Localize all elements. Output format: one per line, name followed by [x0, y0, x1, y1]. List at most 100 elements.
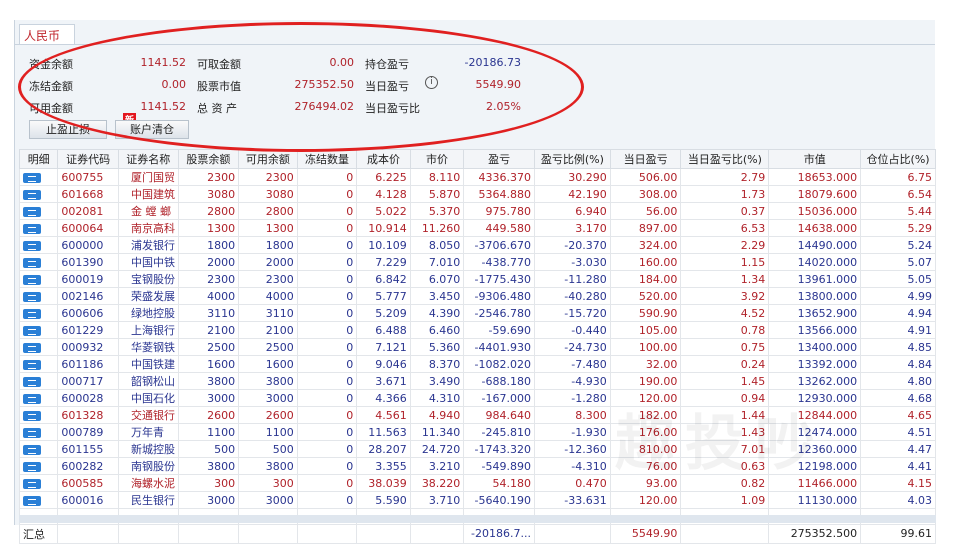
detail-cell[interactable]	[18, 321, 59, 339]
clear-account-button[interactable]: 账户清仓	[115, 120, 189, 139]
table-row[interactable]: 600755 厦门国贸 2300 2300 0 6.225 8.110 4336.370 30.…	[18, 168, 936, 186]
detail-icon[interactable]	[23, 461, 41, 472]
table-cell: -40.280	[534, 287, 611, 305]
table-row[interactable]: 000932 华菱钢铁 2500 2500 0 7.121 5.360 -4401.930 -2…	[18, 338, 936, 356]
detail-cell[interactable]	[18, 355, 59, 373]
detail-cell[interactable]	[18, 372, 59, 390]
table-cell: 500	[177, 440, 240, 458]
table-cell: 5.07	[860, 253, 936, 271]
detail-icon[interactable]	[23, 376, 41, 387]
table-row[interactable]: 600000 浦发银行 1800 1800 0 10.109 8.050 -3706.670-…	[18, 236, 936, 254]
column-header[interactable]: 股票余额	[177, 149, 240, 169]
table-cell: 中国石化	[117, 389, 179, 407]
detail-cell[interactable]	[18, 287, 59, 305]
table-cell: 002081	[57, 202, 119, 220]
detail-icon[interactable]	[23, 359, 41, 370]
table-row[interactable]: 601668 中国建筑 3080 3080 0 4.128 5.870 5364.880 42.…	[18, 185, 936, 203]
detail-cell[interactable]	[18, 185, 59, 203]
total-cell: 275352.500	[768, 523, 862, 544]
table-cell: 1600	[238, 355, 298, 373]
column-header[interactable]: 盈亏	[463, 149, 535, 169]
detail-cell[interactable]	[18, 406, 59, 424]
table-cell: -688.180	[463, 372, 535, 390]
table-cell: 4.47	[860, 440, 936, 458]
table-cell: 600016	[57, 491, 119, 509]
detail-icon[interactable]	[23, 427, 41, 438]
table-cell: -245.810	[463, 423, 535, 441]
column-header[interactable]: 冻结数量	[296, 149, 358, 169]
table-row[interactable]: 600606 绿地控股 3110 3110 0 5.209 4.390 -2546.780 -1…	[18, 304, 936, 322]
detail-cell[interactable]	[18, 202, 59, 220]
detail-cell[interactable]	[18, 236, 59, 254]
table-cell: 160.00	[609, 253, 682, 271]
detail-cell[interactable]	[18, 491, 59, 509]
table-cell: 18653.000	[768, 168, 862, 186]
detail-icon[interactable]	[23, 308, 41, 319]
detail-icon[interactable]	[23, 172, 41, 183]
detail-icon[interactable]	[23, 444, 41, 455]
detail-icon[interactable]	[23, 257, 41, 268]
detail-cell[interactable]	[18, 219, 59, 237]
table-cell: 600585	[57, 474, 119, 492]
info-icon[interactable]: i	[425, 76, 438, 89]
detail-cell[interactable]	[18, 304, 59, 322]
detail-icon[interactable]	[23, 206, 41, 217]
detail-icon[interactable]	[23, 342, 41, 353]
detail-icon[interactable]	[23, 274, 41, 285]
column-header[interactable]: 市值	[768, 149, 862, 169]
table-row[interactable]: 600016 民生银行 3000 3000 0 5.590 3.710 -5640.190 -3…	[18, 491, 936, 509]
column-header[interactable]: 成本价	[356, 149, 411, 169]
table-cell: 2000	[238, 253, 298, 271]
summary-value: 5549.90	[475, 78, 522, 91]
detail-icon[interactable]	[23, 223, 41, 234]
detail-cell[interactable]	[18, 338, 59, 356]
table-row[interactable]: 601186 中国铁建 1600 1600 0 9.046 8.370 -1082.020 -7…	[18, 355, 936, 373]
table-cell: 3.450	[409, 287, 465, 305]
table-row[interactable]: 601229 上海银行 2100 2100 0 6.488 6.460 -59.690 -0.4…	[18, 321, 936, 339]
table-cell: -1743.320	[463, 440, 535, 458]
table-cell: 0	[296, 338, 358, 356]
detail-icon[interactable]	[23, 393, 41, 404]
tab-rmb[interactable]: 人民币	[19, 24, 76, 44]
detail-cell[interactable]	[18, 440, 59, 458]
detail-cell[interactable]	[18, 474, 59, 492]
detail-icon[interactable]	[23, 410, 41, 421]
detail-cell[interactable]	[18, 457, 59, 475]
detail-icon[interactable]	[23, 291, 41, 302]
table-row[interactable]: 002146 荣盛发展 4000 4000 0 5.777 3.450 -9306.480 -4…	[18, 287, 936, 305]
stop-profit-loss-button[interactable]: 止盈止损	[29, 120, 107, 139]
table-row[interactable]: 002081 金 螳 螂 2800 2800 0 5.022 5.370 975.780 6.9…	[18, 202, 936, 220]
column-header[interactable]: 仓位占比(%)	[860, 149, 936, 169]
total-cell	[117, 523, 179, 544]
table-cell: 0	[296, 372, 358, 390]
detail-icon[interactable]	[23, 189, 41, 200]
table-row[interactable]: 600064 南京高科 1300 1300 0 10.914 11.260 449.580 3.…	[18, 219, 936, 237]
column-header[interactable]: 盈亏比例(%)	[534, 149, 611, 169]
column-header[interactable]: 证券名称	[117, 149, 179, 169]
detail-cell[interactable]	[18, 270, 59, 288]
detail-cell[interactable]	[18, 253, 59, 271]
column-header[interactable]: 当日盈亏比(%)	[680, 149, 770, 169]
table-row[interactable]: 000717 韶钢松山 3800 3800 0 3.671 3.490 -688.180 -4.…	[18, 372, 936, 390]
detail-cell[interactable]	[18, 389, 59, 407]
table-row[interactable]: 601390 中国中铁 2000 2000 0 7.229 7.010 -438.770 -3.…	[18, 253, 936, 271]
detail-icon[interactable]	[23, 325, 41, 336]
column-header[interactable]: 证券代码	[57, 149, 119, 169]
table-cell: 民生银行	[117, 491, 179, 509]
table-cell: 18079.600	[768, 185, 862, 203]
table-cell: 120.00	[609, 491, 682, 509]
detail-icon[interactable]	[23, 495, 41, 506]
total-cell: 99.61	[860, 523, 936, 544]
table-cell: 2300	[177, 270, 240, 288]
horizontal-scrollbar[interactable]	[19, 515, 936, 523]
column-header[interactable]: 明细	[18, 149, 59, 169]
column-header[interactable]: 可用余额	[238, 149, 298, 169]
detail-cell[interactable]	[18, 423, 59, 441]
table-cell: 190.00	[609, 372, 682, 390]
table-row[interactable]: 600019 宝钢股份 2300 2300 0 6.842 6.070 -1775.430 -1…	[18, 270, 936, 288]
column-header[interactable]: 市价	[409, 149, 465, 169]
detail-cell[interactable]	[18, 168, 59, 186]
detail-icon[interactable]	[23, 240, 41, 251]
column-header[interactable]: 当日盈亏	[609, 149, 682, 169]
detail-icon[interactable]	[23, 478, 41, 489]
